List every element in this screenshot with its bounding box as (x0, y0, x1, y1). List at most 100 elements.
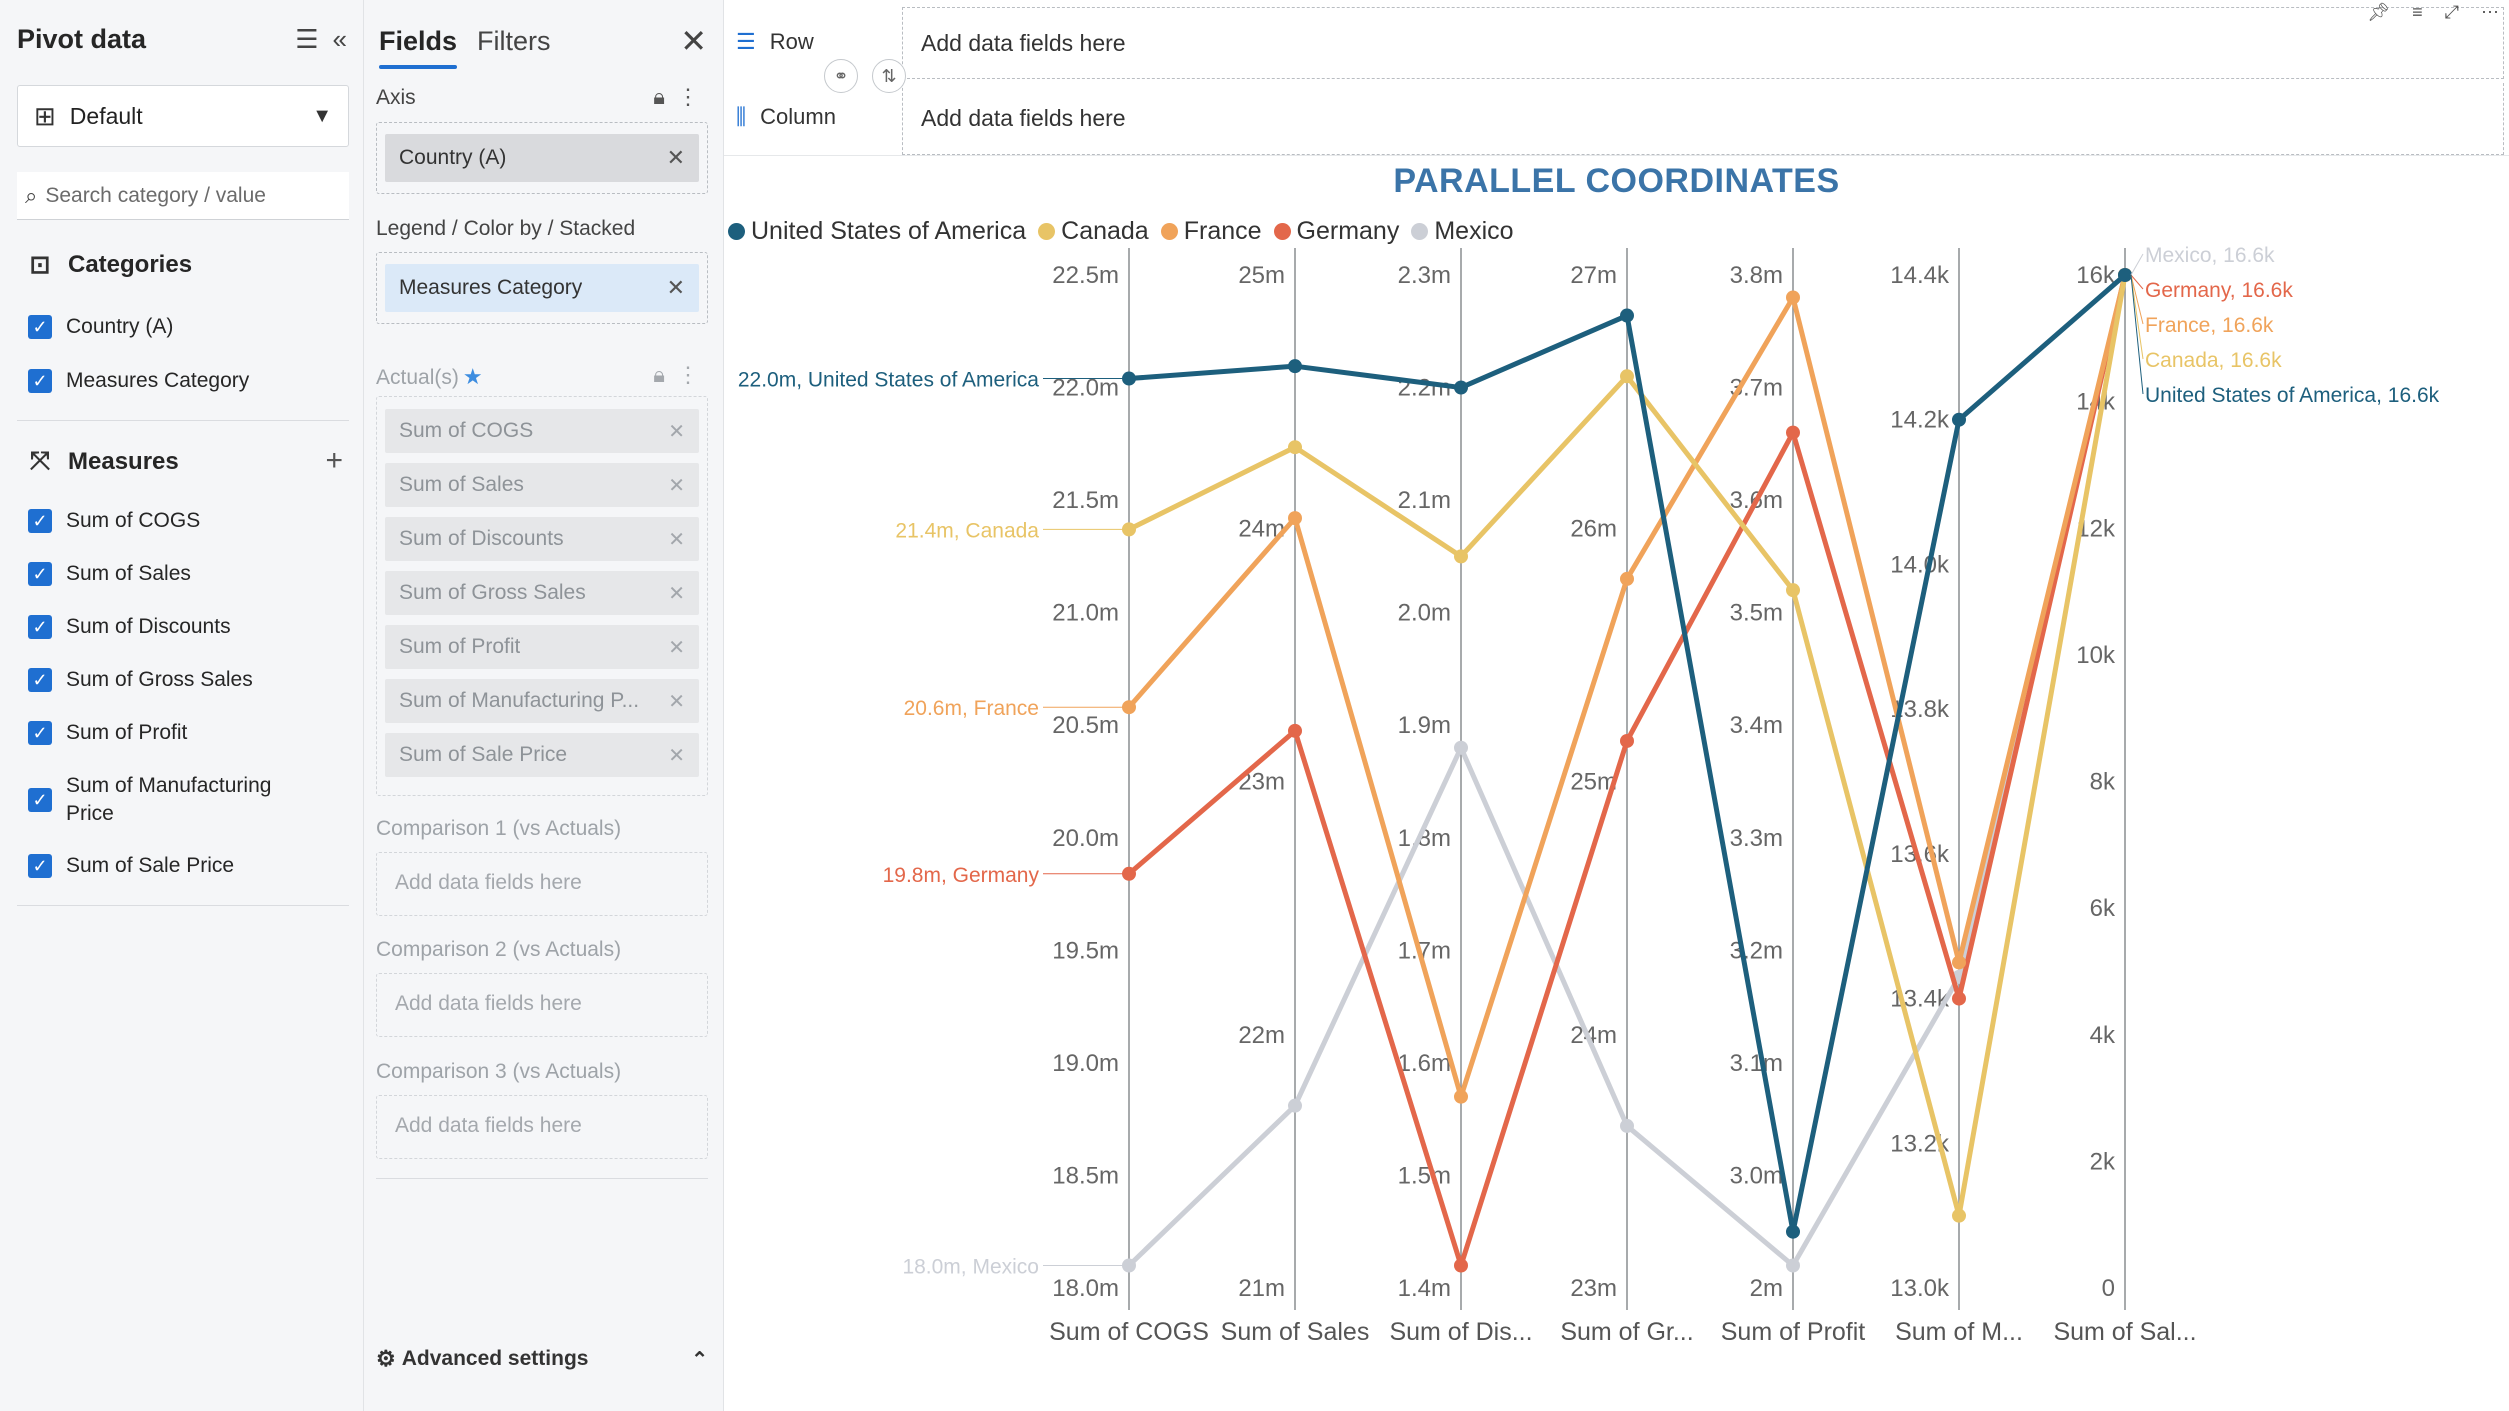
axis-tick-label: 2.3m (1398, 262, 1451, 289)
legend-dropzone[interactable]: Measures Category ✕ (376, 252, 708, 324)
checkbox-checked-icon[interactable]: ✓ (28, 562, 52, 586)
measure-item[interactable]: ✓ Sum of Manufacturing Price (28, 772, 308, 828)
series-end-label: United States of America, 16.6k (2145, 384, 2440, 407)
legend-chip[interactable]: Measures Category ✕ (385, 264, 699, 312)
checkbox-checked-icon[interactable]: ✓ (28, 315, 52, 339)
collapse-panel-icon[interactable]: « (333, 24, 347, 55)
comparison3-label: Comparison 3 (vs Actuals) (376, 1060, 622, 1083)
checkbox-checked-icon[interactable]: ✓ (28, 615, 52, 639)
remove-icon[interactable]: ✕ (668, 527, 685, 552)
checkbox-checked-icon[interactable]: ✓ (28, 854, 52, 878)
chip-label: Measures Category (399, 276, 583, 299)
lock-icon[interactable]: 🔒︎ (653, 84, 665, 110)
settings-sliders-icon[interactable]: ☰ (295, 24, 318, 55)
actuals-dropzone[interactable]: Sum of COGS ✕ Sum of Sales ✕ Sum of Discou… (376, 396, 708, 796)
axis-tick-label: 27m (1570, 262, 1617, 289)
more-options-icon[interactable]: ⋮ (677, 84, 699, 110)
axis-tick-label: 0 (2102, 1275, 2115, 1302)
pivot-data-panel: Pivot data ☰ « ⊞ Default ▼ ⌕ Search cate… (0, 0, 364, 1411)
axis-tick-label: 2.0m (1398, 600, 1451, 627)
series-end-leader (2130, 274, 2144, 395)
view-select[interactable]: ⊞ Default ▼ (17, 85, 349, 147)
series-end-label: Mexico, 16.6k (2145, 244, 2275, 267)
axis-title-label: Sum of Gr... (1560, 1318, 1693, 1346)
data-point (1952, 412, 1966, 427)
tab-fields[interactable]: Fields (379, 26, 458, 69)
comparison1-label: Comparison 1 (vs Actuals) (376, 817, 622, 840)
category-item-country[interactable]: ✓ Country (A) (28, 313, 173, 341)
category-search-input[interactable]: ⌕ Search category / value (17, 172, 349, 220)
data-point (1288, 359, 1302, 374)
axis-dropzone[interactable]: Country (A) ✕ (376, 122, 708, 194)
chevron-up-icon: ⌃ (691, 1348, 708, 1371)
measure-item[interactable]: ✓ Sum of Discounts (28, 613, 231, 641)
comparison2-label: Comparison 2 (vs Actuals) (376, 938, 622, 961)
remove-icon[interactable]: ✕ (668, 473, 685, 498)
data-point (1952, 955, 1966, 970)
comparison2-dropzone[interactable]: Add data fields here (376, 973, 708, 1037)
measures-heading: ⤧ Measures (26, 447, 179, 476)
chip-label: Sum of COGS (399, 419, 534, 442)
axis-tick-label: 18.5m (1052, 1162, 1119, 1189)
axis-chip[interactable]: Country (A) ✕ (385, 134, 699, 182)
measure-item[interactable]: ✓ Sum of Gross Sales (28, 666, 253, 694)
chart-area: ☰ Row Add data fields here ⫼ Column Add … (724, 0, 2509, 1411)
axis-tick-label: 3.3m (1730, 825, 1783, 852)
actual-chip[interactable]: Sum of Gross Sales ✕ (385, 571, 699, 615)
tab-filters[interactable]: Filters (477, 26, 551, 57)
measure-label: Sum of COGS (66, 509, 201, 532)
data-point (1454, 549, 1468, 564)
chip-label: Sum of Discounts (399, 527, 564, 550)
measure-item[interactable]: ✓ Sum of COGS (28, 507, 200, 535)
categories-heading: ⊡ Categories (26, 250, 193, 280)
actual-chip[interactable]: Sum of Manufacturing P... ✕ (385, 679, 699, 723)
axis-tick-label: 8k (2090, 769, 2116, 796)
axis-tick-label: 4k (2090, 1022, 2116, 1049)
remove-icon[interactable]: ✕ (667, 145, 685, 171)
chip-label: Sum of Profit (399, 635, 521, 658)
checkbox-checked-icon[interactable]: ✓ (28, 721, 52, 745)
remove-icon[interactable]: ✕ (668, 689, 685, 714)
axis-tick-label: 3.5m (1730, 600, 1783, 627)
advanced-settings-toggle[interactable]: ⚙ Advanced settings ⌃ (376, 1346, 708, 1372)
chip-label: Country (A) (399, 146, 507, 169)
actual-chip[interactable]: Sum of Profit ✕ (385, 625, 699, 669)
legend-label: Legend / Color by / Stacked (376, 217, 636, 240)
data-point (1952, 1208, 1966, 1223)
close-icon[interactable]: ✕ (680, 22, 707, 60)
actual-chip[interactable]: Sum of COGS ✕ (385, 409, 699, 453)
add-measure-icon[interactable]: + (325, 444, 343, 478)
data-point (1786, 1258, 1800, 1273)
axis-tick-label: 22.5m (1052, 262, 1119, 289)
axis-tick-label: 1.9m (1398, 712, 1451, 739)
category-item-measures-category[interactable]: ✓ Measures Category (28, 367, 249, 395)
comparison1-dropzone[interactable]: Add data fields here (376, 852, 708, 916)
actual-chip[interactable]: Sum of Sale Price ✕ (385, 733, 699, 777)
remove-icon[interactable]: ✕ (668, 743, 685, 768)
measures-icon: ⤧ (29, 447, 50, 475)
data-point (1454, 740, 1468, 755)
lock-icon[interactable]: 🔒︎ (653, 362, 665, 388)
axis-tick-label: 14.2k (1890, 407, 1950, 434)
measure-item[interactable]: ✓ Sum of Sale Price (28, 852, 234, 880)
remove-icon[interactable]: ✕ (668, 635, 685, 660)
actual-chip[interactable]: Sum of Sales ✕ (385, 463, 699, 507)
remove-icon[interactable]: ✕ (668, 581, 685, 606)
checkbox-checked-icon[interactable]: ✓ (28, 509, 52, 533)
series-end-label: France, 16.6k (2145, 314, 2274, 337)
measure-item[interactable]: ✓ Sum of Sales (28, 560, 191, 588)
checkbox-checked-icon[interactable]: ✓ (28, 369, 52, 393)
more-options-icon[interactable]: ⋮ (677, 362, 699, 388)
remove-icon[interactable]: ✕ (667, 275, 685, 301)
remove-icon[interactable]: ✕ (668, 419, 685, 444)
dropzone-placeholder: Add data fields here (395, 1114, 582, 1137)
checkbox-checked-icon[interactable]: ✓ (28, 668, 52, 692)
measure-item[interactable]: ✓ Sum of Profit (28, 719, 187, 747)
actual-chip[interactable]: Sum of Discounts ✕ (385, 517, 699, 561)
comparison3-dropzone[interactable]: Add data fields here (376, 1095, 708, 1159)
axis-tick-label: 25m (1238, 262, 1285, 289)
checkbox-checked-icon[interactable]: ✓ (28, 788, 52, 812)
measure-label: Sum of Sale Price (66, 854, 235, 877)
data-point (1620, 733, 1634, 748)
axis-tick-label: 1.5m (1398, 1162, 1451, 1189)
